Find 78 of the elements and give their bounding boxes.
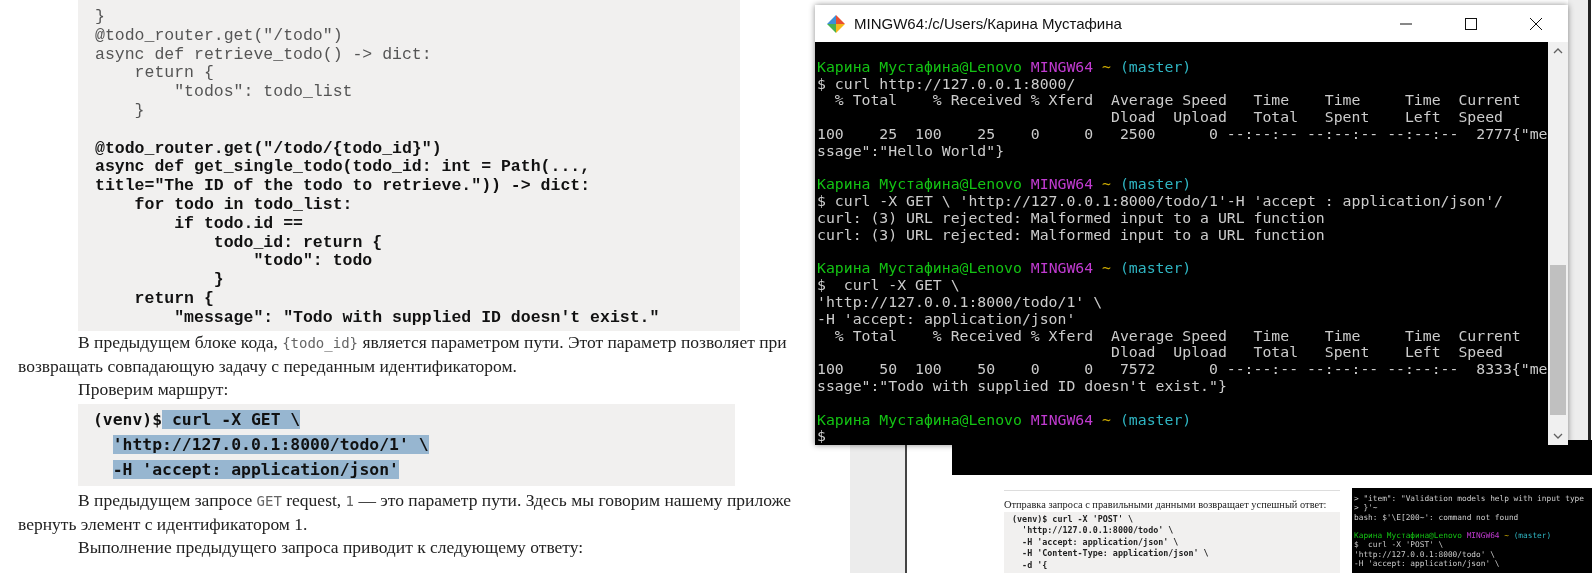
code-line: title="The ID of the todo to retrieve.")) -> dict: [95,177,592,196]
paragraph-text: request, [285,489,343,510]
code-line: todo_id: return { [212,233,384,253]
code-line: } [133,102,146,121]
code-line: @todo_router.get("/todo") [95,26,344,46]
code-line: async def get_single_todo(todo_id: int = Path(..., [95,158,592,178]
code-line: -H 'Content-Type: application/json' \ [1021,548,1210,560]
terminal-line: % Total % Received % Xferd Average Speed Time Time Time Current [833,327,1522,345]
code-line: for todo in todo_list: [133,195,354,215]
prompt-path: ~ [1102,259,1112,277]
prompt-user: Карина Мустафина@Lenovo [817,410,1022,428]
prompt-path: ~ [1102,175,1112,193]
code-line: @todo_router.get("/todo/{todo_id}") [95,139,443,159]
prompt-branch: (master) [1119,175,1192,193]
prompt-shell: MINGW64 [1030,410,1094,428]
code-line: } [95,8,106,27]
code-line: "todos": todo_list [173,83,354,102]
close-icon [1529,17,1542,30]
scrollbar-thumb[interactable] [1550,265,1566,415]
chevron-up-icon[interactable] [1553,48,1563,54]
paragraph-text: — это параметр пути. Здесь мы говорим нашему приложе [357,489,792,510]
terminal-line: curl: (3) URL rejected: Malformed input to a URL function [817,226,1326,244]
terminal-line: 100 50 100 50 0 0 7572 0 --:--:-- --:--:-- --:--:-- 8333{"me [817,361,1548,378]
paragraph-text: Проверим маршрут: [78,378,229,399]
prompt-shell: MINGW64 [1030,259,1094,277]
code-line: -H 'accept: application/json' \ [1021,536,1180,548]
paragraph-text: возвращать совпадающую задачу с переданным идентификатором. [18,355,517,376]
selected-text: curl -X GET \ [162,409,301,429]
terminal-line: $ curl -X GET \ 'http://127.0.0.1:8000/todo/1'-H 'accept : application/json'/ [817,193,1504,210]
selected-text: 'http://127.0.0.1:8000/todo/1' \ [112,434,429,454]
terminal-line: Dload Upload Total Spent Left Speed [1109,344,1504,362]
prompt-user: Карина Мустафина@Lenovo [817,259,1022,277]
terminal-line: $ [817,428,826,446]
prompt-branch: (master) [1119,57,1192,75]
diamond-icon [827,14,845,33]
inline-code: GET [256,492,282,509]
code-line: return { [133,64,215,84]
terminal-line: curl: (3) URL rejected: Malformed input to a URL function [817,209,1326,227]
paragraph-text: В предыдущем запросе [78,489,254,510]
window-title: MINGW64:/c/Users/Карина Мустафина [854,15,1123,32]
prompt-branch: (master) [1119,410,1192,428]
command-text: (venv)$ [93,409,163,429]
scrollbar[interactable] [1548,42,1568,446]
code-line: 'http://127.0.0.1:8000/todo' \ [1021,525,1175,537]
paragraph-text: Выполнение предыдущего запроса приводит к следующему ответу: [78,536,584,557]
paragraph-text: В предыдущем блоке кода, [78,331,279,352]
code-line: "message": "Todo with supplied ID doesn't exist." [173,308,661,328]
paragraph-text: вернуть элемент с идентификатором 1. [18,513,308,534]
terminal-line: $ curl http://127.0.0.1:8000/ [817,75,1077,93]
code-line: async def retrieve_todo() -> dict: [95,45,433,65]
code-line: if todo.id == [173,214,304,234]
code-line: (venv)$ curl -X 'POST' \ [1012,514,1134,526]
terminal-line: 100 25 100 25 0 0 2500 0 --:--:-- --:--:-- --:--:-- 2777{"me [817,126,1548,143]
code-line: "todo": todo [252,252,374,272]
code-line: -d '{ [1021,559,1049,572]
maximize-icon [1464,17,1477,30]
terminal-line: $ curl -X GET \ [817,277,961,294]
terminal-line: ssage":"Todo with supplied ID doesn't exist."} [817,377,1228,395]
prompt-branch: (master) [1119,259,1192,277]
selected-text: -H 'accept: application/json' [112,459,399,479]
code-line: } [213,271,225,290]
prompt-user: Карина Мустафина@Lenovo [817,57,1022,75]
prompt-shell: MINGW64 [1030,57,1094,75]
paragraph-text: является параметром пути. Этот параметр позволяет при [361,331,787,352]
inline-code: 1 [345,492,354,509]
code-line: return { [133,289,215,309]
terminal-line: Dload Upload Total Spent Left Speed [1109,109,1504,126]
terminal-line: 'http://127.0.0.1:8000/todo/1' \ [817,293,1104,311]
chevron-down-icon[interactable] [1553,433,1563,440]
paragraph-text: Отправка запроса с правильными данными возвращает успешный ответ: [1004,499,1328,511]
prompt-shell: MINGW64 [1030,175,1094,193]
terminal-line: ssage":"Hello World"} [817,142,1006,160]
terminal-line: -H 'accept: application/json' [817,310,1076,328]
prompt-path: ~ [1102,57,1112,75]
terminal-line: % Total % Received % Xferd Average Speed Time Time Time Current [833,92,1522,110]
prompt-path: ~ [1102,410,1112,428]
prompt-user: Карина Мустафина@Lenovo [817,175,1022,193]
inline-code: {todo_id} [282,334,358,351]
